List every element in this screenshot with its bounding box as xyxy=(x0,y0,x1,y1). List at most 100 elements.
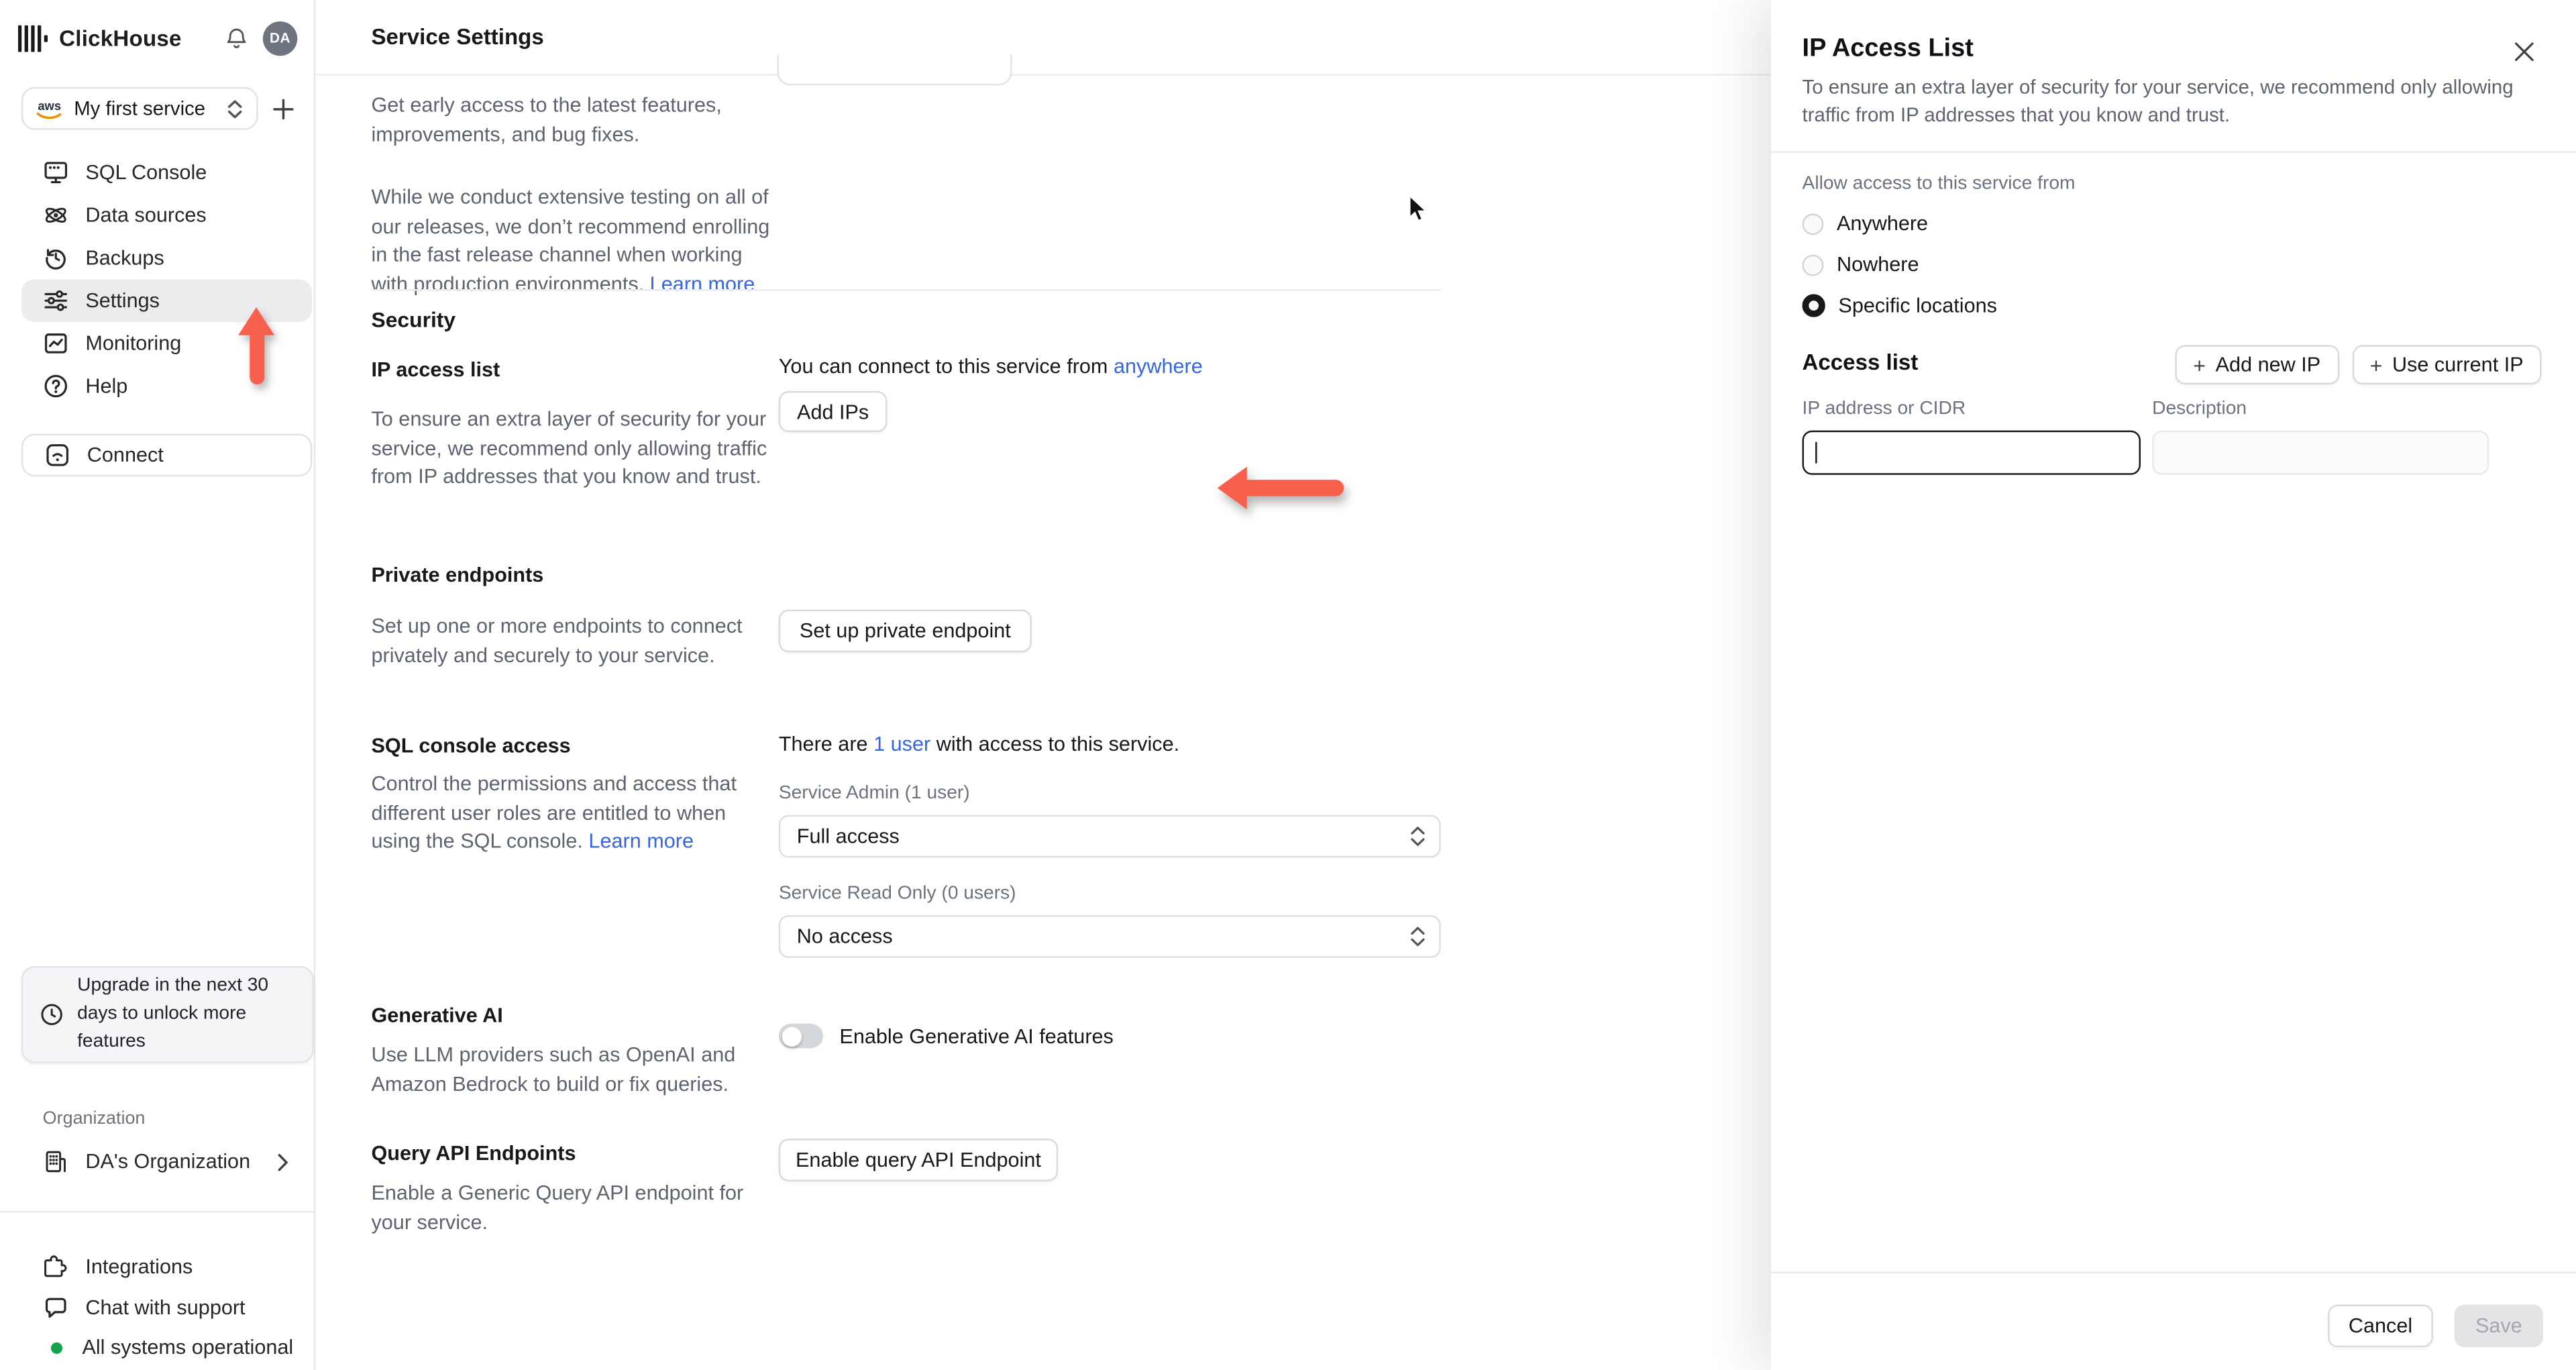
sidebar-item-label: Help xyxy=(85,374,128,398)
upgrade-notice-text: Upgrade in the next 30 days to unlock mo… xyxy=(77,976,269,1052)
fast-release-description-2: While we conduct extensive testing on al… xyxy=(371,184,772,299)
add-service-button[interactable] xyxy=(273,98,294,119)
ip-access-heading: IP access list xyxy=(371,358,500,382)
connect-from-text: You can connect to this service from xyxy=(778,354,1108,378)
connect-button[interactable]: Connect xyxy=(21,433,313,477)
close-icon[interactable] xyxy=(2514,41,2535,62)
chat-bubble-icon xyxy=(43,1295,69,1321)
organization-building-icon xyxy=(43,1149,69,1175)
radio-selected-icon xyxy=(1802,294,1825,317)
sql-console-access-description: Control the permissions and access that … xyxy=(371,771,772,857)
sidebar-item-backups[interactable]: Backups xyxy=(21,237,312,280)
query-api-heading: Query API Endpoints xyxy=(371,1142,576,1165)
organization-switcher[interactable]: DA's Organization xyxy=(21,1141,312,1183)
one-user-link[interactable]: 1 user xyxy=(873,733,930,755)
brand-row: ClickHouse DA xyxy=(0,0,314,76)
data-sources-icon xyxy=(43,202,69,228)
monitoring-chart-icon xyxy=(43,330,69,356)
sql-console-icon xyxy=(43,160,69,186)
sidebar: ClickHouse DA aws My first service SQL C… xyxy=(0,0,316,1370)
integrations-puzzle-icon xyxy=(43,1254,69,1280)
sidebar-item-sql-console[interactable]: SQL Console xyxy=(21,151,312,194)
panel-title: IP Access List xyxy=(1802,34,1974,63)
integrations-label: Integrations xyxy=(85,1255,193,1279)
service-admin-select[interactable]: Full access xyxy=(778,814,1441,858)
panel-divider xyxy=(1771,151,2576,153)
select-chevrons-icon xyxy=(1409,925,1426,948)
sidebar-item-chat-support[interactable]: Chat with support xyxy=(21,1287,312,1330)
sql-console-access-heading: SQL console access xyxy=(371,734,571,757)
radio-nowhere[interactable]: Nowhere xyxy=(1802,253,1919,276)
aws-provider-icon: aws xyxy=(36,98,64,119)
sidebar-item-label: Settings xyxy=(85,289,160,313)
clickhouse-logo-icon xyxy=(17,24,48,52)
chevron-right-icon xyxy=(278,1153,289,1171)
cancel-button[interactable]: Cancel xyxy=(2328,1304,2433,1348)
ip-access-description: To ensure an extra layer of security for… xyxy=(371,407,767,488)
enable-query-api-button[interactable]: Enable query API Endpoint xyxy=(778,1139,1059,1181)
service-selector[interactable]: aws My first service xyxy=(21,87,258,130)
user-avatar[interactable]: DA xyxy=(262,20,298,56)
ip-access-connect-text: You can connect to this service from any… xyxy=(779,355,1469,378)
sidebar-divider xyxy=(0,1210,316,1213)
radio-label: Specific locations xyxy=(1838,294,1997,317)
setup-private-endpoint-button[interactable]: Set up private endpoint xyxy=(778,609,1032,653)
service-readonly-value: No access xyxy=(796,925,893,949)
sql-users-summary: There are 1 user with access to this ser… xyxy=(779,733,1469,755)
private-endpoints-description: Set up one or more endpoints to connect … xyxy=(371,614,743,667)
settings-sliders-icon xyxy=(43,288,69,314)
select-chevrons-icon xyxy=(1409,825,1426,847)
service-readonly-select[interactable]: No access xyxy=(778,915,1441,958)
generative-ai-heading: Generative AI xyxy=(371,1004,503,1027)
chat-support-label: Chat with support xyxy=(85,1296,246,1320)
radio-label: Nowhere xyxy=(1836,253,1919,276)
ip-cidr-input[interactable] xyxy=(1802,430,2141,475)
backups-history-icon xyxy=(43,245,69,271)
release-channel-dropdown-cutoff[interactable] xyxy=(777,54,1012,86)
brand-name: ClickHouse xyxy=(59,25,182,50)
users-prefix: There are xyxy=(778,733,868,756)
main-header: Service Settings xyxy=(315,0,1772,76)
private-endpoints-heading: Private endpoints xyxy=(371,564,544,587)
chevron-updown-icon xyxy=(227,98,243,119)
access-list-actions: + Add new IP + Use current IP xyxy=(2175,345,2542,385)
add-ips-button[interactable]: Add IPs xyxy=(778,390,888,433)
panel-subtitle: To ensure an extra layer of security for… xyxy=(1802,75,2514,126)
radio-anywhere[interactable]: Anywhere xyxy=(1802,211,1929,235)
security-section-heading: Security xyxy=(371,307,456,332)
anywhere-link[interactable]: anywhere xyxy=(1114,355,1203,378)
sidebar-item-label: Data sources xyxy=(85,203,207,227)
allow-access-label: Allow access to this service from xyxy=(1802,174,2076,194)
fast-release-learn-more-link[interactable]: Learn more xyxy=(650,272,755,295)
system-status-label: All systems operational xyxy=(82,1336,294,1359)
sql-access-learn-more-link[interactable]: Learn more xyxy=(588,830,694,853)
upgrade-notice[interactable]: Upgrade in the next 30 days to unlock mo… xyxy=(21,966,314,1063)
notifications-bell-icon[interactable] xyxy=(225,25,248,50)
generative-ai-toggle[interactable] xyxy=(778,1023,823,1049)
description-input[interactable] xyxy=(2152,430,2489,475)
radio-circle-icon xyxy=(1802,213,1824,234)
generative-ai-description: Use LLM providers such as OpenAI and Ama… xyxy=(371,1043,736,1096)
users-suffix: with access to this service. xyxy=(936,733,1180,756)
section-divider xyxy=(371,289,1441,291)
radio-circle-icon xyxy=(1802,254,1824,276)
system-status-row[interactable]: All systems operational xyxy=(21,1326,312,1369)
plus-icon: + xyxy=(2193,352,2206,378)
sidebar-item-label: Backups xyxy=(85,246,164,270)
sidebar-item-data-sources[interactable]: Data sources xyxy=(21,194,312,237)
use-current-ip-button[interactable]: + Use current IP xyxy=(2351,345,2542,385)
sidebar-item-label: Monitoring xyxy=(85,331,182,355)
description-label: Description xyxy=(2152,399,2247,419)
sidebar-item-label: SQL Console xyxy=(85,161,207,185)
sidebar-item-integrations[interactable]: Integrations xyxy=(21,1245,312,1288)
organization-section-label: Organization xyxy=(42,1109,146,1129)
radio-label: Anywhere xyxy=(1836,211,1929,235)
save-button[interactable]: Save xyxy=(2454,1304,2544,1348)
service-admin-value: Full access xyxy=(796,825,900,848)
add-new-ip-button[interactable]: + Add new IP xyxy=(2175,345,2339,385)
plus-icon: + xyxy=(2369,352,2383,378)
radio-specific-locations[interactable]: Specific locations xyxy=(1802,294,1997,317)
text-caret xyxy=(1815,441,1817,464)
query-api-description: Enable a Generic Query API endpoint for … xyxy=(371,1181,744,1233)
access-list-heading: Access list xyxy=(1802,350,1919,375)
